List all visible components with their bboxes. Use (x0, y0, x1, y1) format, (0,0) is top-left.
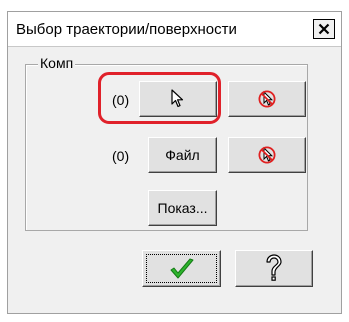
cursor-pointer-icon (171, 89, 184, 108)
pick-object-button[interactable] (139, 81, 217, 117)
groupbox-label: Комп (38, 55, 76, 71)
close-icon (318, 23, 330, 35)
clear-file-selection-button[interactable] (228, 137, 306, 173)
show-button-label: Показ... (157, 200, 208, 216)
ok-button[interactable] (142, 250, 221, 287)
ok-focus-rect (146, 254, 217, 283)
close-button[interactable] (313, 19, 335, 39)
help-button[interactable] (235, 250, 313, 287)
cursor-prohibited-icon (258, 90, 276, 108)
question-mark-icon (266, 253, 282, 281)
cursor-prohibited-icon (258, 146, 276, 164)
row2-count: (0) (112, 148, 130, 164)
title-bar[interactable]: Выбор траектории/поверхности (8, 12, 341, 47)
dialog-title: Выбор траектории/поверхности (16, 21, 237, 38)
row1-count: (0) (112, 92, 130, 108)
file-button[interactable]: Файл (148, 137, 217, 173)
clear-selection-button[interactable] (228, 81, 306, 117)
show-button[interactable]: Показ... (148, 190, 217, 226)
file-button-label: Файл (165, 147, 200, 163)
